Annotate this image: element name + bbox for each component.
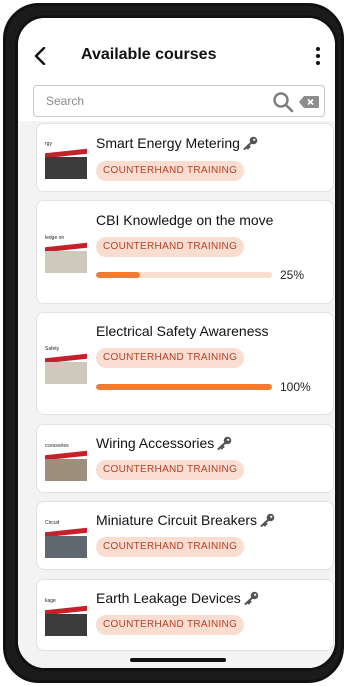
course-title: Earth Leakage Devices [96,590,259,606]
progress-fill [96,384,272,390]
phone-frame: Available courses Search rgy Smart Energ… [3,3,344,683]
search-bar [33,85,325,117]
thumbnail-caption: Safety [45,346,60,352]
progress-bar [96,384,272,390]
thumbnail-caption: rgy [45,141,52,147]
course-title: Wiring Accessories [96,435,232,451]
page-title: Available courses [81,46,217,63]
course-card[interactable]: Safety Electrical Safety Awareness COUNT… [36,312,334,415]
back-button[interactable] [28,44,52,68]
key-icon [244,591,259,605]
kebab-dot [316,61,320,65]
course-list: rgy Smart Energy Metering COUNTERHAND TR… [18,121,335,668]
key-icon [243,136,258,150]
course-title: Miniature Circuit Breakers [96,512,275,528]
progress-bar [96,272,272,278]
app-header: Available courses [18,36,335,76]
thumbnail-caption: ccessories [45,443,69,449]
course-thumbnail: ledge on [45,233,87,273]
key-icon [217,436,232,450]
progress-label: 25% [280,268,305,282]
search-input[interactable] [34,86,234,116]
course-category-badge: COUNTERHAND TRAINING [96,348,245,368]
kebab-dot [316,54,320,58]
course-card[interactable]: kage Earth Leakage Devices COUNTERHAND T… [36,579,334,651]
thumbnail-caption: kage [45,598,56,604]
thumbnail-caption: Circuit [45,520,60,526]
course-thumbnail: kage [45,596,87,636]
search-icon[interactable] [272,91,294,113]
kebab-menu-button[interactable] [309,44,327,68]
kebab-dot [316,47,320,51]
app-screen: Available courses Search rgy Smart Energ… [18,18,335,668]
clear-icon[interactable] [298,95,320,109]
course-card[interactable]: Circuit Miniature Circuit Breakers COUNT… [36,501,334,570]
phone-screen: Available courses Search rgy Smart Energ… [15,15,338,671]
progress-label: 100% [280,380,311,394]
course-category-badge: COUNTERHAND TRAINING [96,460,245,480]
course-thumbnail: Circuit [45,518,87,558]
course-category-badge: COUNTERHAND TRAINING [96,237,245,257]
course-title: CBI Knowledge on the move [96,212,274,228]
course-thumbnail: rgy [45,139,87,179]
course-thumbnail: Safety [45,344,87,384]
course-card[interactable]: ccessories Wiring Accessories COUNTERHAN… [36,424,334,493]
home-indicator[interactable] [130,658,226,662]
course-category-badge: COUNTERHAND TRAINING [96,615,245,635]
back-arrow-icon [34,47,46,65]
course-thumbnail: ccessories [45,441,87,481]
thumbnail-caption: ledge on [45,235,65,241]
progress-fill [96,272,140,278]
course-category-badge: COUNTERHAND TRAINING [96,161,245,181]
course-title: Electrical Safety Awareness [96,323,269,339]
course-title: Smart Energy Metering [96,135,258,151]
course-category-badge: COUNTERHAND TRAINING [96,537,245,557]
course-card[interactable]: rgy Smart Energy Metering COUNTERHAND TR… [36,123,334,192]
key-icon [260,513,275,527]
course-card[interactable]: ledge on CBI Knowledge on the move COUNT… [36,200,334,304]
